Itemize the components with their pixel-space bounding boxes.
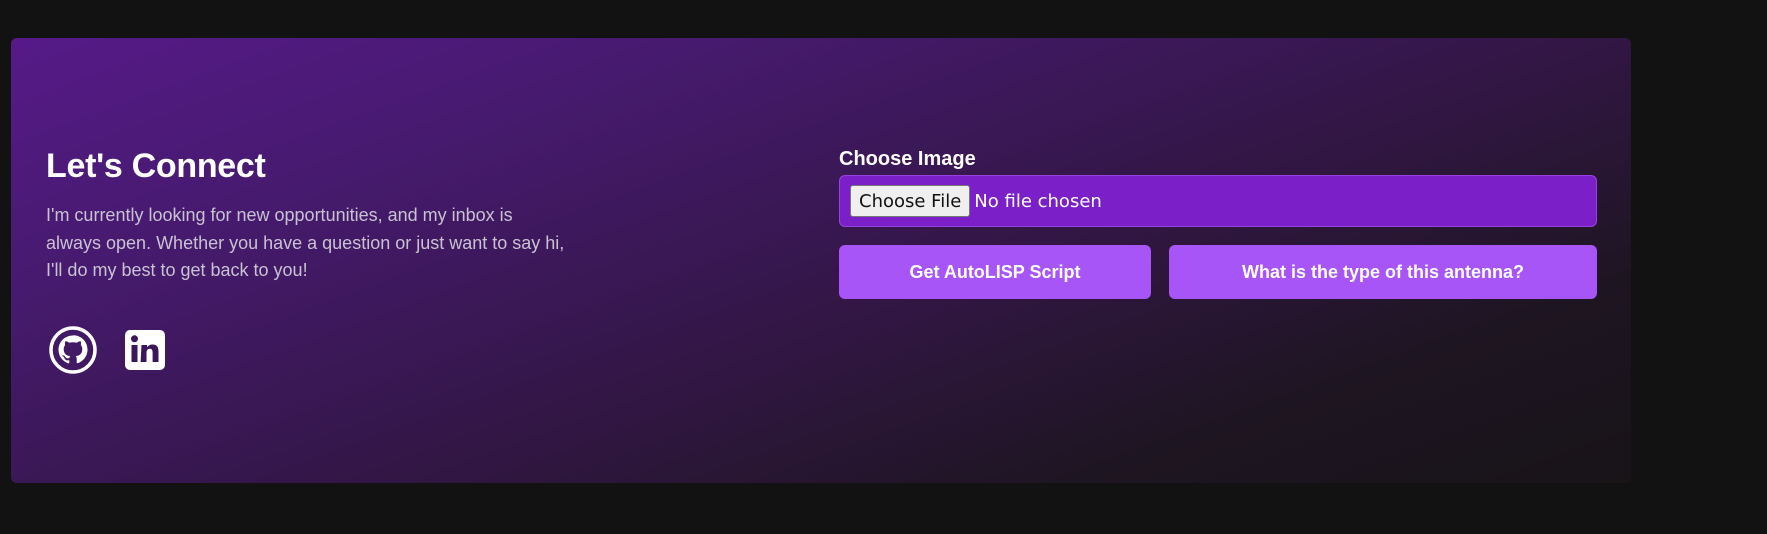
github-icon: [49, 326, 97, 374]
contact-section: Let's Connect I'm currently looking for …: [11, 38, 1631, 483]
choose-file-button[interactable]: Choose File: [850, 185, 971, 217]
social-links: [48, 325, 170, 375]
antenna-type-button[interactable]: What is the type of this antenna?: [1169, 245, 1597, 299]
file-input[interactable]: Choose File No file chosen: [839, 175, 1597, 227]
file-status: No file chosen: [974, 190, 1102, 212]
section-title: Let's Connect: [46, 147, 266, 185]
github-link[interactable]: [48, 325, 98, 375]
linkedin-icon: [125, 330, 165, 370]
section-description: I'm currently looking for new opportunit…: [46, 205, 565, 280]
get-autolisp-script-button[interactable]: Get AutoLISP Script: [839, 245, 1151, 299]
contact-info: Let's Connect I'm currently looking for …: [46, 146, 586, 285]
linkedin-link[interactable]: [120, 325, 170, 375]
action-buttons: Get AutoLISP Script What is the type of …: [839, 245, 1597, 299]
image-label: Choose Image: [839, 148, 976, 170]
image-form: Choose Image Choose File No file chosen …: [839, 147, 1597, 299]
